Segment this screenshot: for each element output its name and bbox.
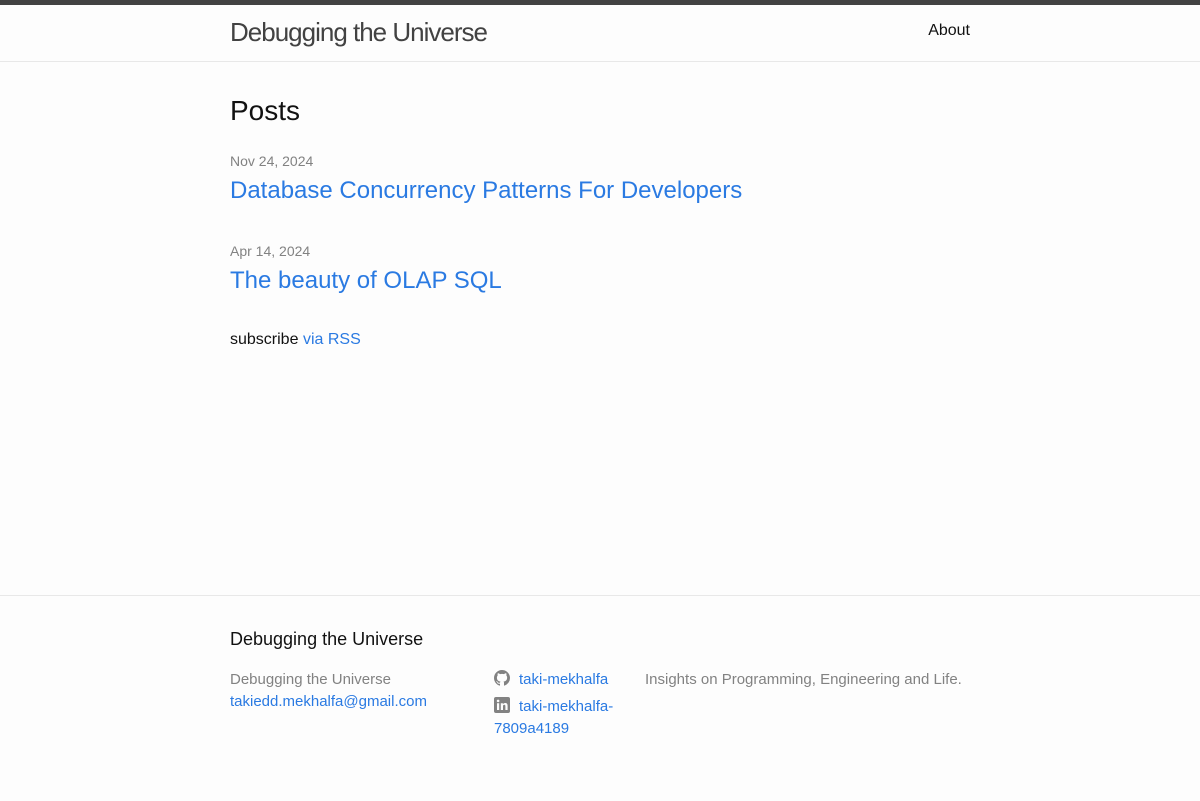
page-heading: Posts — [230, 95, 301, 126]
post-date: Nov 24, 2024 — [230, 153, 314, 169]
github-username: taki-mekhalfa — [519, 671, 609, 688]
footer-contact: Debugging the Universe takiedd.mekhalfa@… — [230, 669, 427, 713]
nav-link-about[interactable]: About — [928, 22, 970, 40]
footer-description: Insights on Programming, Engineering and… — [645, 671, 962, 688]
linkedin-username: taki-mekhalfa-7809a4189 — [494, 697, 614, 738]
footer-heading: Debugging the Universe — [230, 629, 424, 649]
rss-link[interactable]: via RSS — [303, 331, 361, 348]
post-link[interactable]: The beauty of OLAP SQL — [230, 267, 502, 295]
linkedin-icon — [494, 696, 510, 713]
post-date: Apr 14, 2024 — [230, 243, 311, 259]
site-title-link[interactable]: Debugging the Universe — [230, 17, 488, 48]
subscribe-label: subscribe — [230, 331, 299, 348]
email-link[interactable]: takiedd.mekhalfa@gmail.com — [230, 691, 427, 713]
footer-site-name: Debugging the Universe — [230, 671, 391, 688]
subscribe-line: subscribe via RSS — [230, 331, 361, 349]
github-icon — [494, 670, 510, 686]
github-link[interactable]: taki-mekhalfa — [494, 669, 624, 692]
footer-social-links: taki-mekhalfa taki-mekhalfa-7809a4189 — [494, 669, 624, 745]
site-footer: Debugging the Universe Debugging the Uni… — [0, 595, 1200, 801]
post-link[interactable]: Database Concurrency Patterns For Develo… — [230, 177, 742, 205]
site-header: Debugging the Universe About — [0, 5, 1200, 62]
github-social-item: taki-mekhalfa — [494, 669, 624, 692]
linkedin-social-item: taki-mekhalfa-7809a4189 — [494, 696, 624, 741]
linkedin-link[interactable]: taki-mekhalfa-7809a4189 — [494, 696, 624, 741]
